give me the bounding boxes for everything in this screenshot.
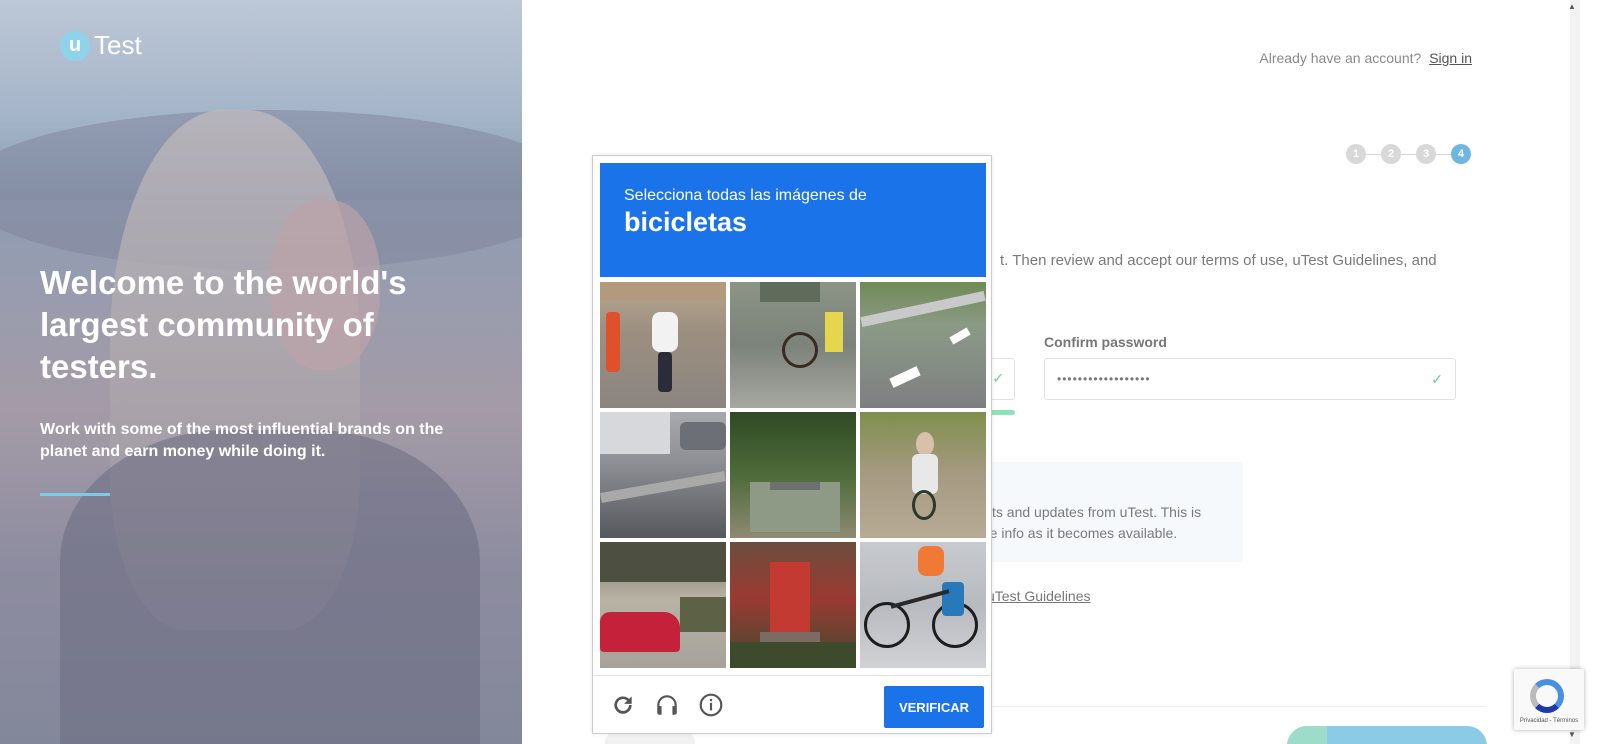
step-connector — [1436, 153, 1451, 155]
step-1: 1 — [1346, 144, 1366, 164]
hero-accent-bar — [40, 493, 110, 496]
account-prompt: Already have an account? — [1259, 50, 1422, 66]
headphones-icon[interactable] — [653, 691, 681, 719]
captcha-dialog: Selecciona todas las imágenes de bicicle… — [592, 155, 992, 734]
next-button[interactable] — [1287, 726, 1487, 744]
step-indicator: 1 2 3 4 — [1346, 144, 1471, 164]
recaptcha-icon — [1530, 679, 1564, 713]
captcha-tile-8[interactable] — [730, 542, 856, 668]
captcha-tile-1[interactable] — [600, 282, 726, 408]
form-intro: t. Then review and accept our terms of u… — [1000, 252, 1437, 269]
verify-button[interactable]: VERIFICAR — [884, 686, 984, 728]
notice-line-1: cts and updates from uTest. This is — [985, 504, 1202, 520]
scrollbar[interactable] — [1570, 0, 1580, 744]
info-icon[interactable] — [697, 691, 725, 719]
step-4: 4 — [1451, 144, 1471, 164]
captcha-prompt: Selecciona todas las imágenes de — [624, 187, 867, 204]
captcha-grid — [600, 282, 986, 668]
signin-link[interactable]: Sign in — [1429, 50, 1472, 66]
captcha-tile-3[interactable] — [860, 282, 986, 408]
check-icon: ✓ — [992, 370, 1004, 386]
captcha-tile-4[interactable] — [600, 412, 726, 538]
logo-text: Test — [94, 30, 142, 60]
logo-mark: u — [60, 30, 90, 61]
step-2: 2 — [1381, 144, 1401, 164]
confirm-password-value: •••••••••••••••••• — [1057, 372, 1151, 386]
hero-title: Welcome to the world's largest community… — [40, 264, 407, 385]
captcha-footer: VERIFICAR — [593, 675, 991, 733]
captcha-tile-6[interactable] — [860, 412, 986, 538]
guidelines-link[interactable]: uTest Guidelines — [987, 588, 1091, 604]
captcha-target-word: bicicletas — [624, 207, 748, 237]
check-icon: ✓ — [1431, 370, 1443, 387]
captcha-header: Selecciona todas las imágenes de bicicle… — [600, 163, 986, 277]
reload-icon[interactable] — [609, 691, 637, 719]
step-3: 3 — [1416, 144, 1436, 164]
step-connector — [1401, 153, 1416, 155]
recaptcha-badge[interactable]: Privacidad - Términos — [1514, 669, 1584, 730]
captcha-tile-5[interactable] — [730, 412, 856, 538]
utest-logo[interactable]: u Test — [60, 30, 142, 61]
hero-subtitle: Work with some of the most influential b… — [40, 421, 444, 460]
notice-line-2: re info as it becomes available. — [985, 525, 1178, 541]
step-connector — [1366, 153, 1381, 155]
signin-prompt: Already have an account? Sign in — [1259, 50, 1472, 66]
updates-notice: cts and updates from uTest. This is re i… — [980, 462, 1243, 562]
scroll-up-icon[interactable]: ▲ — [1568, 2, 1576, 11]
hero-panel: u Test Welcome to the world's largest co… — [0, 0, 522, 744]
captcha-tile-7[interactable] — [600, 542, 726, 668]
confirm-password-label: Confirm password — [1044, 334, 1167, 350]
next-button-accent — [1287, 726, 1327, 744]
confirm-password-field[interactable]: •••••••••••••••••• ✓ — [1044, 358, 1456, 400]
scroll-down-icon[interactable]: ▼ — [1568, 730, 1576, 739]
captcha-tile-2[interactable] — [730, 282, 856, 408]
recaptcha-footer: Privacidad - Términos — [1519, 718, 1579, 724]
captcha-tile-9[interactable] — [860, 542, 986, 668]
